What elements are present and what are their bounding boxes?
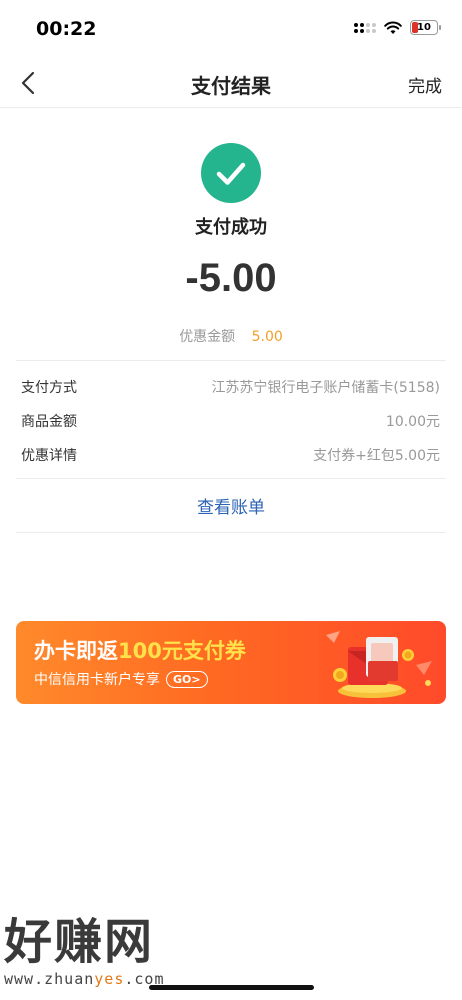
status-bar: 00:22 10 [0, 0, 462, 58]
watermark-logo: 好赚网 [4, 914, 155, 970]
discount-label: 优惠金额 [179, 329, 236, 345]
detail-value: 支付券+红包5.00元 [313, 448, 440, 464]
view-bill-link[interactable]: 查看账单 [0, 493, 462, 518]
detail-label: 商品金额 [21, 414, 77, 430]
home-indicator[interactable] [149, 985, 314, 990]
go-badge: GO> [166, 670, 208, 688]
divider [16, 478, 446, 479]
divider [16, 360, 446, 361]
promo-banner[interactable]: 办卡即返100元支付券 中信信用卡新户专享 GO> [16, 621, 446, 704]
payment-status: 支付成功 [195, 217, 267, 238]
check-icon [216, 162, 246, 185]
battery-level: 10 [417, 22, 431, 33]
watermark-url-prefix: www.zhuan [4, 970, 95, 988]
discount-value: 5.00 [251, 329, 283, 345]
detail-value: 江苏苏宁银行电子账户储蓄卡(5158) [211, 380, 440, 396]
done-button[interactable]: 完成 [408, 72, 442, 97]
nav-bar: 支付结果 完成 [0, 58, 462, 108]
detail-row-discount-details: 优惠详情 支付券+红包5.00元 [21, 444, 440, 466]
detail-row-payment-method: 支付方式 江苏苏宁银行电子账户储蓄卡(5158) [21, 376, 440, 398]
signal-icon [354, 22, 376, 33]
discount-summary: 优惠金额 5.00 [0, 326, 462, 346]
success-badge [201, 143, 261, 203]
watermark: 好赚网 www.zhuanyes.com [4, 914, 204, 990]
banner-subtitle-text: 中信信用卡新户专享 [34, 672, 160, 688]
banner-title-prefix: 办卡即返 [34, 639, 118, 663]
banner-title-highlight: 100元支付券 [118, 639, 246, 663]
payment-amount: -5.00 [185, 256, 277, 300]
banner-subtitle: 中信信用卡新户专享 GO> [34, 669, 208, 689]
status-time: 00:22 [36, 18, 97, 40]
gift-envelope-illustration [326, 631, 432, 698]
watermark-url-highlight: yes [94, 970, 125, 988]
wifi-icon [384, 21, 402, 34]
detail-value: 10.00元 [385, 414, 440, 430]
divider [16, 532, 446, 533]
page-title: 支付结果 [191, 74, 271, 98]
status-icons: 10 [354, 20, 441, 35]
detail-row-goods-amount: 商品金额 10.00元 [21, 410, 440, 432]
banner-title: 办卡即返100元支付券 [34, 635, 246, 665]
detail-label: 支付方式 [21, 380, 77, 396]
detail-label: 优惠详情 [21, 448, 77, 464]
battery-icon: 10 [410, 20, 441, 35]
